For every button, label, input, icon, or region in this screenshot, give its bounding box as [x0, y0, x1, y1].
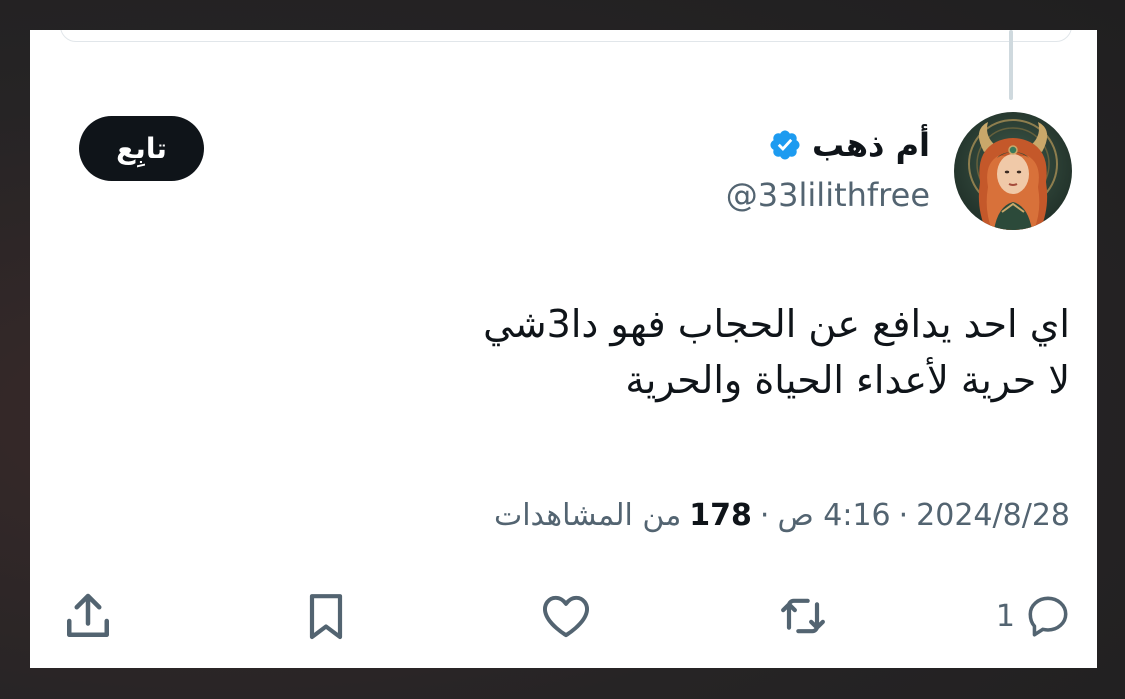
author-handle[interactable]: @33lilithfree — [726, 176, 930, 214]
tweet-text: اي احد يدافع عن الحجاب فهو دا3شي لا حرية… — [170, 296, 1070, 408]
reply-count: 1 — [995, 598, 1015, 634]
meta-separator: · — [898, 498, 909, 533]
bookmark-icon — [309, 594, 343, 640]
bookmark-button[interactable] — [298, 588, 354, 644]
repost-icon — [781, 598, 825, 634]
follow-button[interactable]: تابِع — [79, 116, 204, 181]
reply-button[interactable]: 1 — [996, 588, 1073, 644]
verified-badge-icon[interactable] — [768, 128, 802, 162]
share-button[interactable] — [58, 588, 118, 644]
tweet-meta: 2024/8/28 · 4:16 ص · 178 من المشاهدات — [494, 498, 1070, 533]
thread-connector-line — [1009, 30, 1013, 100]
tweet-text-line: لا حرية لأعداء الحياة والحرية — [625, 358, 1070, 402]
views-count: 178 — [689, 498, 752, 533]
tweet-card: تابِع أم ذهب @33lilithfree اي احد يدافع … — [30, 30, 1097, 668]
meta-separator: · — [759, 498, 770, 533]
tweet-time[interactable]: 4:16 ص — [777, 498, 890, 533]
previous-tweet-edge — [60, 30, 1072, 42]
avatar-illustration — [954, 112, 1072, 230]
heart-icon — [543, 595, 589, 638]
views-label: من المشاهدات — [493, 498, 682, 533]
tweet-date[interactable]: 2024/8/28 — [916, 498, 1070, 533]
avatar[interactable] — [954, 112, 1072, 230]
tweet-text-line: اي احد يدافع عن الحجاب فهو دا3شي — [483, 302, 1070, 346]
reply-icon — [1028, 596, 1068, 637]
repost-button[interactable] — [773, 588, 833, 644]
author-name-row: أم ذهب — [768, 126, 930, 164]
like-button[interactable] — [538, 588, 594, 644]
screenshot-frame: تابِع أم ذهب @33lilithfree اي احد يدافع … — [0, 0, 1125, 699]
author-display-name[interactable]: أم ذهب — [812, 126, 930, 164]
share-icon — [67, 593, 109, 637]
